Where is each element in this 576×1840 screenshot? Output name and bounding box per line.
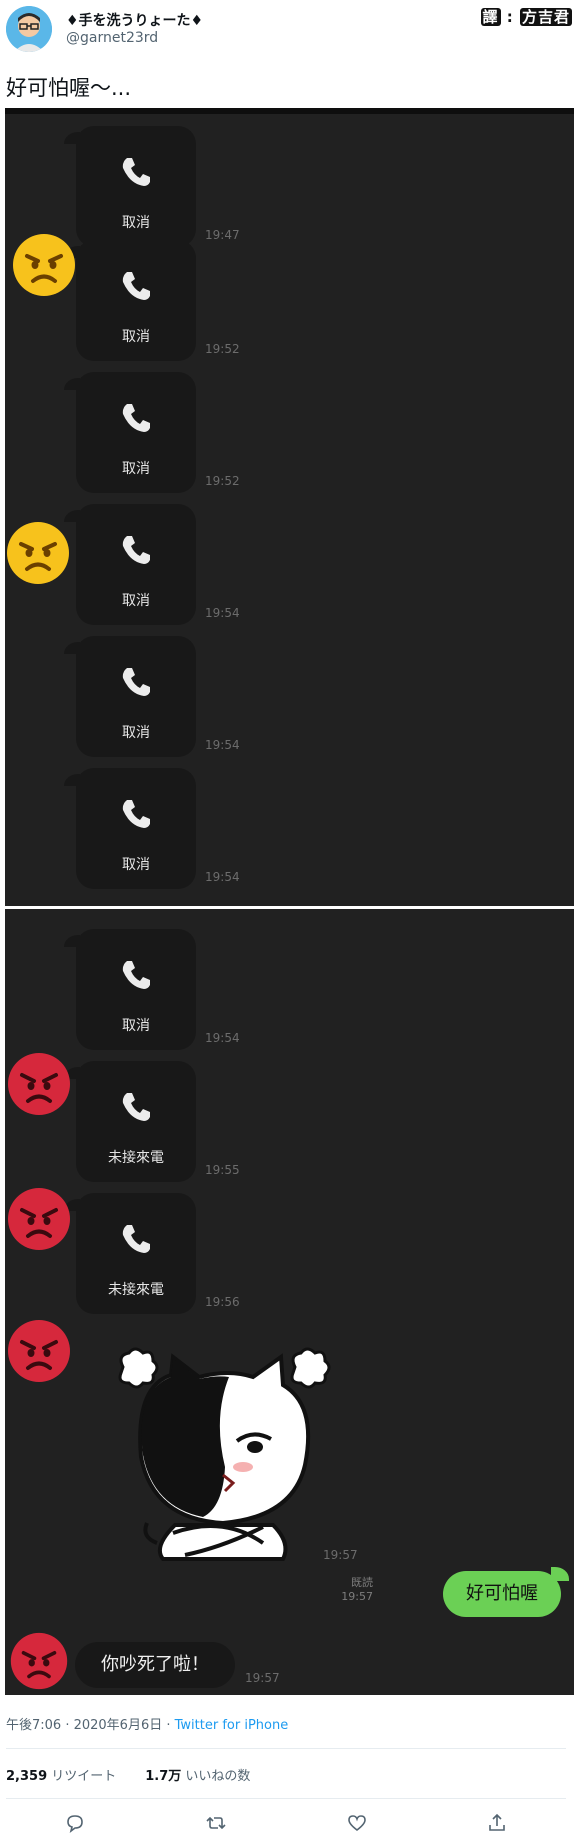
call-bubble[interactable]: 取消 (64, 504, 196, 625)
divider (6, 1748, 566, 1749)
call-status-label: 取消 (122, 329, 150, 345)
call-bubble[interactable]: 未接來電 (64, 1193, 196, 1314)
call-bubble[interactable]: 取消 (64, 126, 196, 247)
phone-icon (118, 268, 154, 304)
call-timestamp: 19:56 (205, 1295, 240, 1309)
call-status-label: 取消 (122, 1018, 150, 1034)
call-bubble[interactable]: 取消 (64, 240, 196, 361)
call-status-label: 取消 (122, 215, 150, 231)
call-bubble[interactable]: 取消 (64, 929, 196, 1050)
reply-message-bubble: 好可怕喔 (443, 1567, 569, 1617)
angry-face-icon (11, 232, 77, 298)
translator-credit: 譯 : 方吉君 (480, 6, 572, 27)
reply-timestamp: 19:57 (341, 1590, 373, 1603)
incoming-message-timestamp: 19:57 (245, 1671, 280, 1685)
call-status-label: 未接來電 (108, 1282, 164, 1298)
retweet-count: 2,359 (6, 1769, 48, 1784)
call-bubble[interactable]: 取消 (64, 636, 196, 757)
call-timestamp: 19:55 (205, 1163, 240, 1177)
call-bubble[interactable]: 取消 (64, 372, 196, 493)
retweet-icon[interactable] (205, 1812, 227, 1834)
angry-face-icon (6, 1318, 72, 1384)
chat-screenshot-1: 取消 19:47 取消 19:52 取消 19:52 取消 19:54 取消 19:54 取消 19:… (5, 108, 574, 906)
phone-icon (118, 154, 154, 190)
read-receipt: 既読 19:57 (333, 1574, 373, 1603)
tweet-stats: 2,359 リツイート 1.7万 いいねの数 (6, 1765, 250, 1784)
phone-icon (118, 957, 154, 993)
retweet-stat[interactable]: 2,359 リツイート (6, 1769, 116, 1784)
phone-icon (118, 796, 154, 832)
like-icon[interactable] (346, 1812, 368, 1834)
angry-face-icon (9, 1631, 69, 1691)
credit-separator: : (506, 8, 514, 26)
reply-icon[interactable] (64, 1812, 86, 1834)
divider (6, 1798, 566, 1799)
call-timestamp: 19:52 (205, 342, 240, 356)
call-status-label: 取消 (122, 725, 150, 741)
user-handle[interactable]: @garnet23rd (66, 30, 158, 46)
call-status-label: 取消 (122, 857, 150, 873)
sticker-timestamp: 19:57 (323, 1548, 358, 1562)
angry-face-icon (6, 1051, 72, 1117)
phone-icon (118, 532, 154, 568)
like-count: 1.7万 (145, 1769, 182, 1784)
phone-icon (118, 664, 154, 700)
angry-cat-sticker (113, 1347, 345, 1567)
tweet-text: 好可怕喔～... (6, 76, 132, 100)
call-timestamp: 19:47 (205, 228, 240, 242)
tweet-meta: 午後7:06 · 2020年6月6日 · Twitter for iPhone (6, 1714, 288, 1733)
chat-screenshot-2: 取消 19:54 未接來電 19:55 未接來電 19:56 19:57 既読 … (5, 909, 574, 1695)
call-status-label: 取消 (122, 461, 150, 477)
credit-name: 方吉君 (519, 8, 572, 26)
tweet-timestamp[interactable]: 午後7:06 · 2020年6月6日 · (6, 1718, 175, 1733)
tweet-header: ♦手を洗うりょーた♦ @garnet23rd 譯 : 方吉君 (0, 0, 576, 64)
avatar[interactable] (6, 6, 52, 52)
call-timestamp: 19:54 (205, 870, 240, 884)
angry-face-icon (5, 520, 71, 586)
read-label: 既読 (351, 1576, 373, 1589)
like-label: いいねの数 (185, 1769, 251, 1784)
credit-prefix: 譯 (480, 8, 501, 26)
call-timestamp: 19:52 (205, 474, 240, 488)
phone-icon (118, 1089, 154, 1125)
phone-icon (118, 1221, 154, 1257)
share-icon[interactable] (486, 1812, 508, 1834)
call-timestamp: 19:54 (205, 738, 240, 752)
call-timestamp: 19:54 (205, 1031, 240, 1045)
tweet-actions (0, 1812, 576, 1836)
incoming-message-bubble: 你吵死了啦！ (75, 1642, 235, 1688)
phone-icon (118, 400, 154, 436)
display-name[interactable]: ♦手を洗うりょーた♦ (66, 10, 203, 30)
retweet-label: リツイート (51, 1769, 117, 1784)
call-timestamp: 19:54 (205, 606, 240, 620)
call-status-label: 取消 (122, 593, 150, 609)
like-stat[interactable]: 1.7万 いいねの数 (145, 1769, 250, 1784)
angry-face-icon (6, 1186, 72, 1252)
call-status-label: 未接來電 (108, 1150, 164, 1166)
tweet-source[interactable]: Twitter for iPhone (175, 1718, 289, 1733)
call-bubble[interactable]: 取消 (64, 768, 196, 889)
call-bubble[interactable]: 未接來電 (64, 1061, 196, 1182)
